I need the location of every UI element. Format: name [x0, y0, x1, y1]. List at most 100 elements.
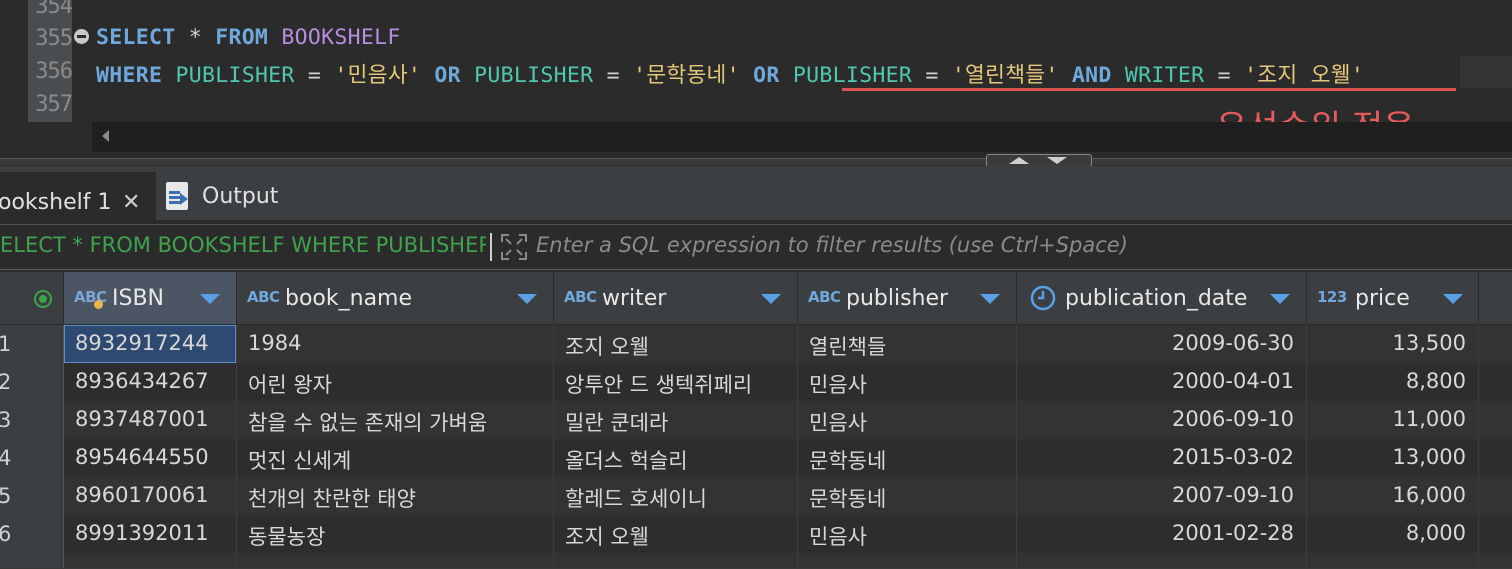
keyword-and: AND [1058, 63, 1112, 88]
table-row[interactable]: 2 8936434267 어린 왕자 앙투안 드 생텍쥐페리 민음사 2000-… [0, 363, 1512, 402]
row-number[interactable]: 3 [0, 401, 64, 439]
cell-publisher[interactable]: 문학동네 [798, 439, 1016, 477]
fold-collapse-icon[interactable] [74, 29, 89, 44]
code-line-356[interactable]: WHERE PUBLISHER = '민음사' OR PUBLISHER = '… [96, 58, 1364, 89]
column-header-publication-date[interactable]: publication_date [1017, 272, 1307, 324]
line-number: 357 [35, 92, 73, 117]
close-icon[interactable]: ✕ [122, 190, 140, 215]
priority-underline [842, 88, 1456, 91]
cell-price[interactable]: 13,500 [1307, 325, 1478, 363]
cell-book-name[interactable]: 참을 수 없는 존재의 가벼움 [237, 401, 553, 439]
maximize-up-icon[interactable] [1009, 157, 1029, 164]
row-number[interactable]: 1 [0, 325, 64, 363]
selection-indicator-icon [34, 290, 52, 308]
key-icon [94, 300, 103, 309]
column-divider [236, 324, 237, 568]
cell-price[interactable]: 8,800 [1307, 363, 1478, 401]
row-number[interactable]: 6 [0, 515, 64, 553]
cell-isbn[interactable]: 8960170061 [64, 477, 236, 515]
cell-price[interactable]: 8,000 [1307, 515, 1478, 553]
column-ref: PUBLISHER [460, 63, 594, 88]
tab-label: ookshelf 1 [0, 190, 112, 215]
sql-editor[interactable]: 354 355 356 357 SELECT * FROM BOOKSHELF … [0, 0, 1512, 158]
cell-writer[interactable]: 조지 오웰 [554, 515, 797, 553]
string-literal: '열린책들' [951, 63, 1059, 88]
table-row-partial [0, 553, 1512, 569]
cell-publisher[interactable]: 민음사 [798, 363, 1016, 401]
row-number[interactable]: 5 [0, 477, 64, 515]
expand-filter-icon[interactable] [500, 233, 528, 261]
text-cursor [490, 233, 492, 261]
scroll-left-icon[interactable] [102, 130, 109, 142]
column-header-writer[interactable]: ABC writer [554, 272, 798, 324]
cell-publication-date[interactable]: 2007-09-10 [1017, 477, 1306, 515]
number-type-icon: 123 [1317, 288, 1347, 306]
column-header-isbn[interactable]: ABC ISBN [64, 272, 237, 324]
string-literal: '민음사' [334, 63, 422, 88]
sort-filter-icon[interactable] [200, 294, 220, 304]
cell-writer[interactable]: 밀란 쿤데라 [554, 401, 797, 439]
table-row[interactable]: 1 8932917244 1984 조지 오웰 열린책들 2009-06-30 … [0, 325, 1512, 364]
row-number[interactable]: 4 [0, 439, 64, 477]
column-divider [1478, 324, 1479, 568]
code-line-355[interactable]: SELECT * FROM BOOKSHELF [96, 25, 401, 50]
string-literal: '조지 오웰' [1244, 63, 1365, 88]
cell-writer[interactable]: 올더스 헉슬리 [554, 439, 797, 477]
cell-isbn[interactable]: 8932917244 [64, 325, 236, 363]
column-header-filler [1479, 272, 1512, 324]
text-type-icon: ABC [808, 288, 841, 306]
cell-book-name[interactable]: 1984 [237, 325, 553, 363]
cell-isbn[interactable]: 8954644550 [64, 439, 236, 477]
row-number[interactable]: 2 [0, 363, 64, 401]
cell-isbn[interactable]: 8936434267 [64, 363, 236, 401]
cell-publisher[interactable]: 민음사 [798, 515, 1016, 553]
cell-publisher[interactable]: 민음사 [798, 401, 1016, 439]
column-name: ISBN [112, 286, 165, 311]
sort-filter-icon[interactable] [1270, 294, 1290, 304]
cell-isbn[interactable]: 8991392011 [64, 515, 236, 553]
cell-price[interactable]: 11,000 [1307, 401, 1478, 439]
table-row[interactable]: 6 8991392011 동물농장 조지 오웰 민음사 2001-02-28 8… [0, 515, 1512, 554]
cell-publication-date[interactable]: 2015-03-02 [1017, 439, 1306, 477]
sort-filter-icon[interactable] [980, 294, 1000, 304]
cell-isbn[interactable]: 8937487001 [64, 401, 236, 439]
table-row[interactable]: 4 8954644550 멋진 신세계 올더스 헉슬리 문학동네 2015-03… [0, 439, 1512, 478]
cell-book-name[interactable]: 동물농장 [237, 515, 553, 553]
cell-publication-date[interactable]: 2001-02-28 [1017, 515, 1306, 553]
column-name: writer [602, 286, 667, 311]
column-header-price[interactable]: 123 price [1307, 272, 1479, 324]
row-number [0, 553, 64, 568]
string-literal: '문학동네' [633, 63, 740, 88]
column-name: publication_date [1065, 286, 1248, 311]
cell-price[interactable]: 16,000 [1307, 477, 1478, 515]
cell-publication-date[interactable]: 2000-04-01 [1017, 363, 1306, 401]
column-header-publisher[interactable]: ABC publisher [798, 272, 1017, 324]
cell-publication-date[interactable]: 2009-06-30 [1017, 325, 1306, 363]
table-row[interactable]: 3 8937487001 참을 수 없는 존재의 가벼움 밀란 쿤데라 민음사 … [0, 401, 1512, 440]
cell-writer[interactable]: 앙투안 드 생텍쥐페리 [554, 363, 797, 401]
table-row[interactable]: 5 8960170061 천개의 찬란한 태양 할레드 호세이니 문학동네 20… [0, 477, 1512, 516]
current-line-highlight [1460, 56, 1512, 88]
cell-book-name[interactable]: 멋진 신세계 [237, 439, 553, 477]
cell-publisher[interactable]: 열린책들 [798, 325, 1016, 363]
cell-price[interactable]: 13,000 [1307, 439, 1478, 477]
filter-input[interactable]: Enter a SQL expression to filter results… [536, 233, 1128, 257]
cell-book-name[interactable]: 천개의 찬란한 태양 [237, 477, 553, 515]
cell-writer[interactable]: 할레드 호세이니 [554, 477, 797, 515]
column-header-book-name[interactable]: ABC book_name [237, 272, 554, 324]
restore-down-icon[interactable] [1047, 157, 1067, 164]
cell-book-name[interactable]: 어린 왕자 [237, 363, 553, 401]
sort-filter-icon[interactable] [517, 294, 537, 304]
sort-filter-icon[interactable] [1443, 294, 1463, 304]
panel-splitter[interactable] [0, 158, 1512, 165]
cell-writer[interactable]: 조지 오웰 [554, 325, 797, 363]
horizontal-scrollbar[interactable] [92, 122, 1512, 152]
table-name: BOOKSHELF [268, 25, 401, 50]
cell-publication-date[interactable]: 2006-09-10 [1017, 401, 1306, 439]
cell-publisher[interactable]: 문학동네 [798, 477, 1016, 515]
sort-filter-icon[interactable] [761, 294, 781, 304]
tab-bookshelf-1[interactable]: ookshelf 1 ✕ [0, 172, 156, 220]
keyword-or: OR [421, 63, 461, 88]
select-all-corner[interactable] [0, 272, 64, 324]
line-number: 356 [35, 59, 73, 84]
